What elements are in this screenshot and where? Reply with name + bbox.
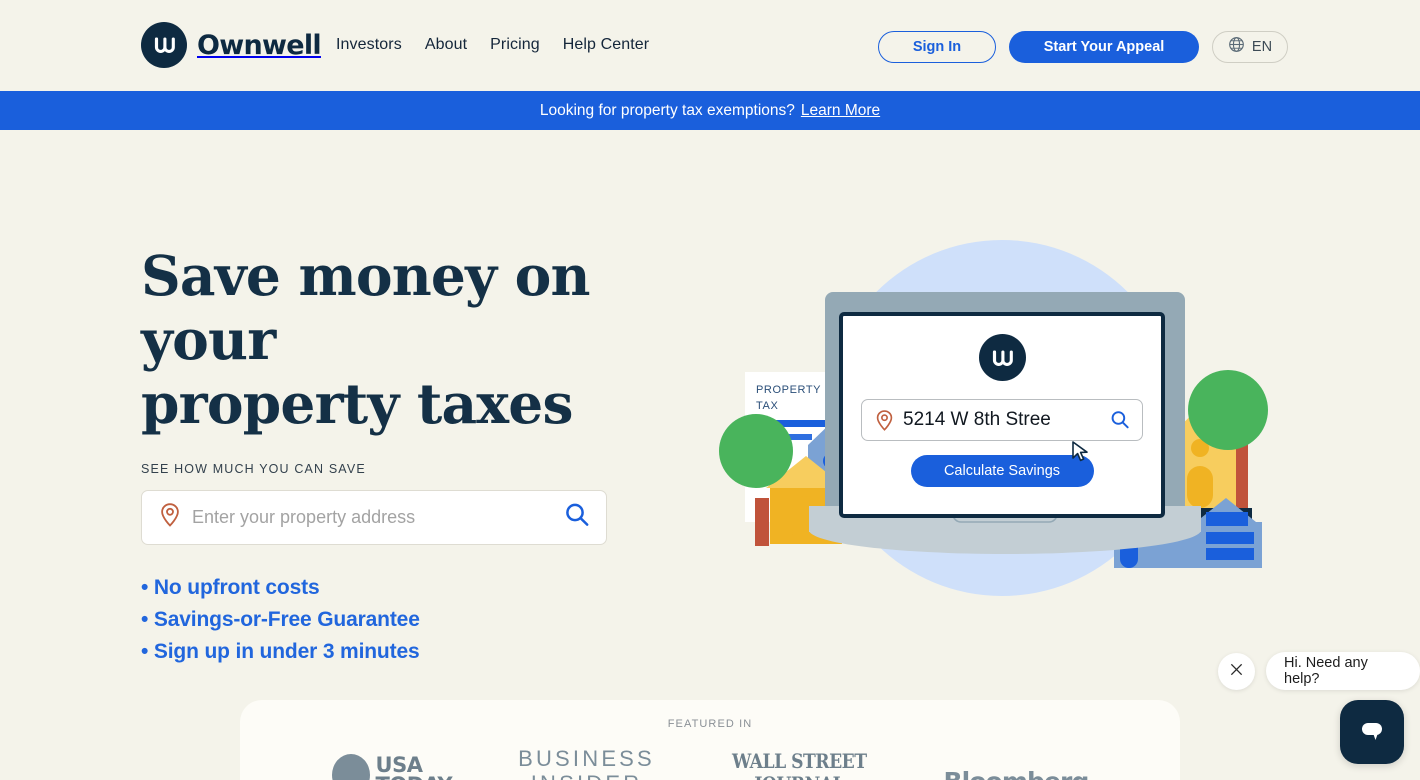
usa-today-wordmark: USA TODAY <box>376 755 453 780</box>
list-item: Sign up in under 3 minutes <box>141 636 701 668</box>
map-pin-icon <box>874 409 895 432</box>
chat-greeting-text: Hi. Need any help? <box>1284 655 1368 687</box>
globe-icon <box>1228 36 1245 58</box>
ownwell-w-icon <box>978 334 1026 381</box>
list-item: No upfront costs <box>141 572 701 604</box>
wsj-line1: WALL STREET <box>731 749 867 773</box>
chat-greeting-bubble[interactable]: Hi. Need any help? <box>1266 652 1420 690</box>
search-input[interactable] <box>192 507 556 528</box>
svg-text:TAX: TAX <box>756 400 778 412</box>
hero-content: Save money on your property taxes SEE HO… <box>141 244 701 668</box>
search-icon[interactable] <box>562 500 592 535</box>
logo-business-insider: BUSINESS INSIDER <box>518 746 655 780</box>
nav-item-help-center[interactable]: Help Center <box>563 36 649 54</box>
hero-eyebrow: SEE HOW MUCH YOU CAN SAVE <box>141 462 366 476</box>
landing-page: Ownwell Investors About Pricing Help Cen… <box>0 0 1420 780</box>
page-title-line1: Save money on your <box>141 243 591 372</box>
address-search-box[interactable] <box>141 490 607 545</box>
business-insider-line2: INSIDER <box>531 771 643 780</box>
language-selector[interactable]: EN <box>1212 31 1288 63</box>
nav-item-pricing[interactable]: Pricing <box>490 36 540 54</box>
sign-in-button[interactable]: Sign In <box>878 31 996 63</box>
laptop-screen-card: 5214 W 8th Stree Calculate Savings <box>839 312 1165 518</box>
featured-in-label: FEATURED IN <box>667 718 753 730</box>
close-icon <box>1229 662 1244 682</box>
nav-item-investors[interactable]: Investors <box>336 36 402 54</box>
page-title-line2: property taxes <box>141 371 573 436</box>
screen-address-value: 5214 W 8th Stree <box>903 409 1051 430</box>
chat-bubble-icon <box>1356 714 1388 751</box>
chat-launcher-button[interactable] <box>1340 700 1404 764</box>
hero-illustration: PROPERTY TAX 5214 W 8th Stree Calculate … <box>700 230 1300 610</box>
screen-address-input[interactable]: 5214 W 8th Stree <box>861 399 1143 441</box>
calculate-savings-button[interactable]: Calculate Savings <box>910 455 1094 487</box>
wsj-line2: JOURNAL <box>754 772 844 780</box>
map-pin-icon <box>158 502 182 533</box>
svg-text:PROPERTY: PROPERTY <box>756 384 821 396</box>
header-actions: Sign In Start Your Appeal EN <box>878 31 1288 63</box>
chat-close-button[interactable] <box>1218 653 1255 690</box>
featured-in-card: FEATURED IN USA TODAY BUSINESS INSIDER W… <box>240 700 1180 780</box>
hero-benefits-list: No upfront costs Savings-or-Free Guarant… <box>141 572 701 668</box>
brand-name: Ownwell <box>197 29 322 61</box>
promo-banner-link[interactable]: Learn More <box>801 102 880 120</box>
promo-banner: Looking for property tax exemptions? Lea… <box>0 91 1420 130</box>
business-insider-line1: BUSINESS <box>518 746 655 771</box>
ownwell-w-icon <box>141 22 187 68</box>
nav-item-about[interactable]: About <box>425 36 467 54</box>
promo-banner-text: Looking for property tax exemptions? <box>539 101 795 119</box>
logo-wall-street-journal: WALL STREET JOURNAL <box>732 750 867 780</box>
featured-logos: USA TODAY BUSINESS INSIDER WALL STREET J… <box>240 746 1180 780</box>
usa-today-line2: TODAY <box>376 773 453 780</box>
brand-logo-link[interactable]: Ownwell <box>141 22 322 68</box>
language-label: EN <box>1251 39 1273 55</box>
page-title: Save money on your property taxes <box>141 244 701 436</box>
search-icon[interactable] <box>1108 408 1132 432</box>
logo-bloomberg: Bloomberg <box>943 767 1089 780</box>
list-item: Savings-or-Free Guarantee <box>141 604 701 636</box>
site-header: Ownwell Investors About Pricing Help Cen… <box>0 0 1420 91</box>
logo-usa-today: USA TODAY <box>331 754 453 780</box>
start-your-appeal-button[interactable]: Start Your Appeal <box>1009 31 1199 63</box>
usa-today-dot-icon <box>331 754 370 780</box>
mouse-cursor-icon <box>1071 440 1093 464</box>
main-nav: Investors About Pricing Help Center <box>336 36 649 54</box>
